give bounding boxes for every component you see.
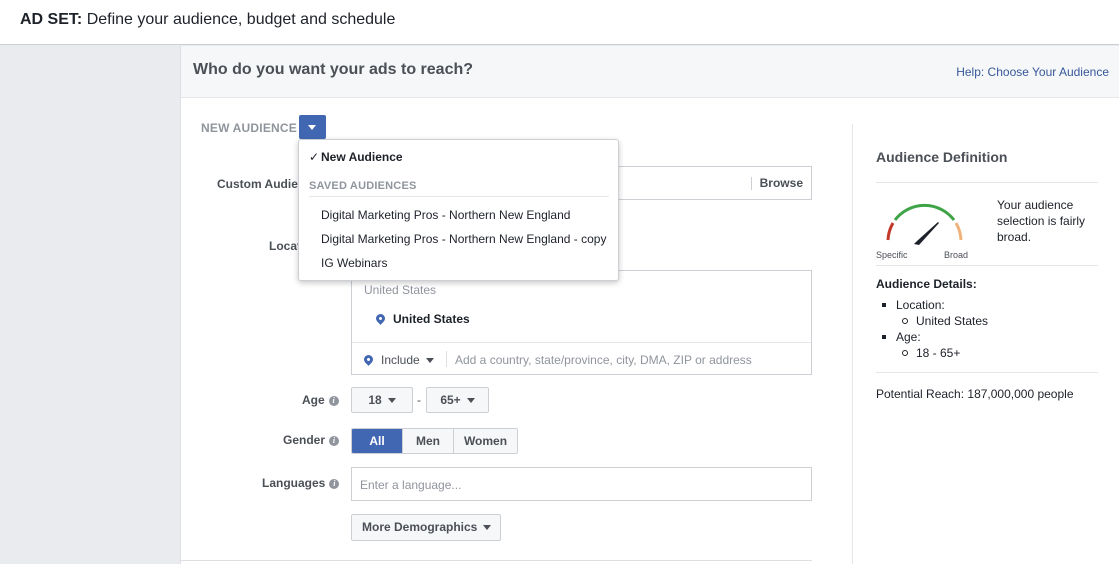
panel-header: Who do you want your ads to reach? Help:… xyxy=(181,46,1119,98)
divider xyxy=(876,372,1098,373)
caret-down-icon xyxy=(387,398,396,404)
page-title: AD SET: Define your audience, budget and… xyxy=(20,11,395,29)
potential-reach: Potential Reach: 187,000,000 people xyxy=(876,387,1074,401)
menu-divider xyxy=(309,196,609,197)
include-dropdown[interactable]: Include xyxy=(362,353,434,367)
more-demographics-label: More Demographics xyxy=(362,520,478,534)
age-max-select[interactable]: 65+ xyxy=(426,387,489,413)
gauge-broad-label: Broad xyxy=(944,250,968,260)
audience-breadth-gauge: Specific Broad xyxy=(876,196,980,262)
custom-audiences-label: Custom Audie xyxy=(217,177,298,191)
menu-item-saved-audience[interactable]: Digital Marketing Pros - Northern New En… xyxy=(321,208,570,222)
divider xyxy=(876,182,1098,183)
include-separator xyxy=(446,351,447,367)
languages-label: Languages i xyxy=(262,476,340,490)
left-gutter xyxy=(0,46,180,564)
section-divider xyxy=(181,560,812,561)
languages-placeholder: Enter a language... xyxy=(360,478,462,492)
gender-label-text: Gender xyxy=(283,433,326,447)
audience-details-list: Location: United States Age: 18 - 65+ xyxy=(876,297,988,361)
info-icon[interactable]: i xyxy=(329,478,340,489)
info-icon[interactable]: i xyxy=(328,395,339,406)
gauge-specific-label: Specific xyxy=(876,250,908,260)
browse-separator xyxy=(751,177,752,190)
gender-toggle-group: All Men Women xyxy=(351,428,518,454)
locations-label: Locat xyxy=(269,239,302,253)
location-pin-icon xyxy=(362,353,375,367)
vertical-divider xyxy=(852,124,853,564)
panel-title: Who do you want your ads to reach? xyxy=(193,61,474,78)
audience-dropdown-menu: ✓ New Audience SAVED AUDIENCES Digital M… xyxy=(298,139,619,281)
location-search-input[interactable]: Add a country, state/province, city, DMA… xyxy=(455,353,752,367)
caret-down-icon xyxy=(425,358,434,364)
browse-button[interactable]: Browse xyxy=(760,176,803,190)
languages-input[interactable]: Enter a language... xyxy=(351,467,812,501)
divider xyxy=(876,265,1098,266)
detail-age-value: 18 - 65+ xyxy=(876,345,988,361)
new-audience-label: NEW AUDIENCE xyxy=(201,121,297,135)
gauge-icon: Specific Broad xyxy=(876,203,968,260)
check-icon: ✓ xyxy=(309,150,320,164)
audience-definition-title: Audience Definition xyxy=(876,149,1008,165)
caret-down-icon xyxy=(308,125,316,130)
age-label: Age i xyxy=(302,393,339,407)
caret-down-icon xyxy=(466,398,475,404)
gender-men-button[interactable]: Men xyxy=(403,429,454,453)
detail-location-value: United States xyxy=(876,313,988,329)
help-choose-audience-link[interactable]: Help: Choose Your Audience xyxy=(956,65,1109,79)
ad-set-title: Define your audience, budget and schedul… xyxy=(86,11,396,28)
audience-details-title: Audience Details: xyxy=(876,277,977,291)
gender-women-button[interactable]: Women xyxy=(454,429,517,453)
gender-all-button[interactable]: All xyxy=(352,429,403,453)
gender-label: Gender i xyxy=(283,433,340,447)
age-min-value: 18 xyxy=(368,393,382,407)
languages-label-text: Languages xyxy=(262,476,326,490)
caret-down-icon xyxy=(483,525,492,531)
location-item-label: United States xyxy=(393,312,470,326)
detail-age-label: Age: xyxy=(876,329,988,345)
include-label: Include xyxy=(381,353,420,367)
age-min-select[interactable]: 18 xyxy=(351,387,413,413)
audience-panel: Who do you want your ads to reach? Help:… xyxy=(180,46,1119,564)
menu-item-saved-audience[interactable]: Digital Marketing Pros - Northern New En… xyxy=(321,232,606,246)
more-demographics-button[interactable]: More Demographics xyxy=(351,514,501,541)
age-max-value: 65+ xyxy=(440,393,461,407)
audience-dropdown-button[interactable] xyxy=(299,115,326,139)
info-icon[interactable]: i xyxy=(329,435,340,446)
age-separator: - xyxy=(417,393,421,407)
location-search-row: Include Add a country, state/province, c… xyxy=(352,342,811,375)
top-bar: AD SET: Define your audience, budget and… xyxy=(0,0,1119,45)
ad-set-prefix: AD SET: xyxy=(20,11,83,28)
saved-audiences-section-label: SAVED AUDIENCES xyxy=(309,180,417,192)
detail-location-label: Location: xyxy=(876,297,988,313)
menu-item-new-audience[interactable]: New Audience xyxy=(321,150,403,164)
menu-item-saved-audience[interactable]: IG Webinars xyxy=(321,256,387,270)
location-group-header: United States xyxy=(364,283,437,297)
audience-summary-text: Your audience selection is fairly broad. xyxy=(997,198,1086,244)
location-item[interactable]: United States xyxy=(374,312,470,326)
locations-box: United States United States Include Add … xyxy=(351,270,812,375)
age-label-text: Age xyxy=(302,393,325,407)
location-pin-icon xyxy=(374,312,387,326)
